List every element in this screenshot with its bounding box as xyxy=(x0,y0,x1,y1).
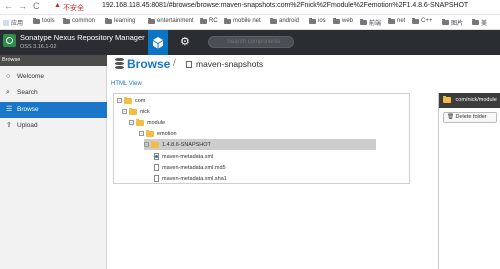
database-icon: ☰ xyxy=(6,106,13,113)
folder-icon xyxy=(360,19,367,25)
page-title[interactable]: Browse xyxy=(127,57,170,71)
app-header: Sonatype Nexus Repository Manager OSS 3.… xyxy=(0,30,500,55)
breadcrumb-repository: maven-snapshots xyxy=(196,59,264,69)
bookmark-item[interactable]: net xyxy=(388,17,405,24)
upload-icon: ⇧ xyxy=(6,122,12,129)
insecure-label: 不安全 xyxy=(63,5,84,12)
bookmark-item[interactable]: tools xyxy=(33,17,55,24)
welcome-icon: ○ xyxy=(6,73,11,80)
search-icon: ⌕ xyxy=(6,89,10,96)
bookmark-item[interactable]: 前端 xyxy=(360,18,381,27)
cube-icon xyxy=(153,37,163,49)
back-icon[interactable]: ← xyxy=(4,1,13,11)
folder-icon xyxy=(151,140,159,148)
folder-icon xyxy=(443,95,451,103)
collapse-icon[interactable]: − xyxy=(117,98,122,103)
bookmark-item[interactable]: common xyxy=(63,17,95,24)
bookmark-item[interactable]: 美 xyxy=(472,18,487,27)
collapse-icon[interactable]: − xyxy=(144,142,149,147)
details-header: com/nick/module xyxy=(439,93,500,108)
forward-icon[interactable]: → xyxy=(18,1,27,11)
folder-icon xyxy=(105,17,112,24)
delete-folder-button[interactable]: 🗑 Delete folder xyxy=(443,112,497,123)
nexus-logo-icon xyxy=(3,34,16,47)
search-components-input[interactable] xyxy=(208,36,294,48)
folder-icon xyxy=(333,17,340,24)
tree-node[interactable]: maven-metadata.xml.md5 xyxy=(154,162,226,173)
tree-node[interactable]: − nick xyxy=(122,106,150,117)
tree-node[interactable]: − module xyxy=(129,117,165,128)
sidebar-item-search[interactable]: ⌕ Search xyxy=(0,85,107,101)
folder-icon xyxy=(388,17,395,24)
repository-icon xyxy=(186,61,192,68)
folder-icon xyxy=(148,17,155,24)
sidebar-item-upload[interactable]: ⇧ Upload xyxy=(0,118,107,134)
reload-icon[interactable]: C xyxy=(33,1,40,11)
breadcrumb-separator: / xyxy=(173,58,176,69)
bookmark-item[interactable]: android xyxy=(270,17,299,24)
folder-icon xyxy=(129,107,137,115)
sidebar: Browse ○ Welcome ⌕ Search ☰ Browse ⇧ Upl… xyxy=(0,55,107,269)
gear-icon[interactable]: ⚙ xyxy=(180,35,190,48)
bookmark-item[interactable]: 图片 xyxy=(442,18,463,27)
folder-icon xyxy=(270,17,277,24)
folder-icon xyxy=(124,96,132,104)
folder-icon xyxy=(224,17,231,24)
database-icon xyxy=(115,58,124,70)
file-icon xyxy=(154,175,159,182)
folder-icon xyxy=(309,17,316,24)
product-name: Sonatype Nexus Repository Manager xyxy=(20,33,145,42)
tree-node[interactable]: − emotion xyxy=(139,128,177,139)
file-info-icon xyxy=(154,153,159,160)
collapse-icon[interactable]: − xyxy=(122,109,127,114)
details-panel: com/nick/module 🗑 Delete folder xyxy=(438,93,500,269)
bookmark-item[interactable]: mobile net xyxy=(224,17,261,24)
folder-icon xyxy=(412,17,419,24)
file-icon xyxy=(154,164,159,171)
folder-icon xyxy=(200,17,207,24)
sidebar-item-browse[interactable]: ☰ Browse xyxy=(0,102,107,118)
folder-icon xyxy=(442,19,449,25)
trash-icon: 🗑 xyxy=(447,114,454,120)
bookmark-item[interactable]: entertainment xyxy=(148,17,194,24)
folder-icon xyxy=(146,129,154,137)
bookmark-item[interactable]: RC xyxy=(200,17,218,24)
html-view-link[interactable]: HTML View xyxy=(111,81,142,87)
bookmark-apps[interactable]: 应用 xyxy=(3,18,23,27)
url-field[interactable]: 192.168.118.45:8081/#browse/browse:maven… xyxy=(102,2,468,9)
tree-node[interactable]: − com xyxy=(117,95,145,106)
collapse-icon[interactable]: − xyxy=(139,131,144,136)
address-bar: ← → C ▲ 不安全 192.168.118.45:8081/#browse/… xyxy=(0,0,500,15)
folder-icon xyxy=(63,17,70,24)
tree-node[interactable]: maven-metadata.xml xyxy=(154,151,213,162)
sidebar-item-welcome[interactable]: ○ Welcome xyxy=(0,69,107,85)
folder-icon xyxy=(472,19,479,25)
component-tree: − com − nick − module − emotion − 1.4.8.… xyxy=(113,93,410,184)
product-version: OSS 3.16.1-02 xyxy=(20,44,57,50)
bookmark-item[interactable]: C++ xyxy=(412,17,432,24)
tree-node[interactable]: maven-metadata.xml.sha1 xyxy=(154,173,227,184)
bookmarks-bar: 应用 tools common learning entertainment R… xyxy=(0,15,500,30)
tree-node-selected[interactable]: − 1.4.8.6-SNAPSHOT xyxy=(144,139,376,150)
folder-icon xyxy=(136,118,144,126)
browse-mode-button[interactable] xyxy=(148,30,168,55)
bookmark-item[interactable]: web xyxy=(333,17,353,24)
bookmark-item[interactable]: ios xyxy=(309,17,326,24)
warning-icon: ▲ xyxy=(54,2,61,9)
sidebar-title: Browse xyxy=(0,55,107,66)
apps-icon xyxy=(3,19,9,26)
bookmark-item[interactable]: learning xyxy=(105,17,135,24)
folder-icon xyxy=(33,17,40,24)
collapse-icon[interactable]: − xyxy=(129,120,134,125)
